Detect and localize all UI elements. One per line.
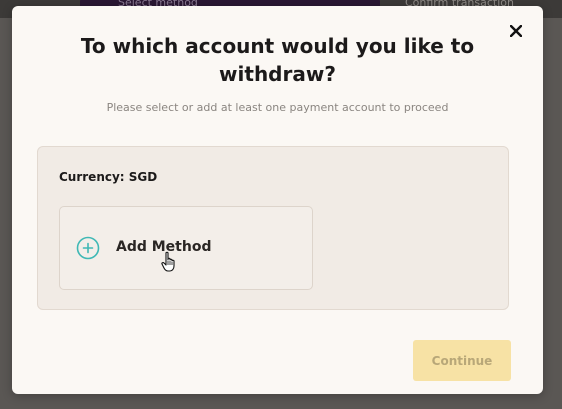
continue-button[interactable]: Continue (413, 340, 511, 381)
add-method-button[interactable]: Add Method (59, 206, 313, 290)
modal-title: To which account would you like to withd… (80, 34, 475, 86)
currency-label: Currency: SGD (59, 170, 158, 184)
withdraw-account-modal: To which account would you like to withd… (12, 6, 543, 394)
currency-panel: Currency: SGD Add Method (37, 146, 509, 310)
plus-circle-icon (76, 236, 100, 260)
hand-pointer-icon (161, 251, 175, 272)
close-icon (510, 25, 522, 37)
close-button[interactable] (505, 20, 527, 42)
modal-subtitle: Please select or add at least one paymen… (106, 101, 449, 114)
